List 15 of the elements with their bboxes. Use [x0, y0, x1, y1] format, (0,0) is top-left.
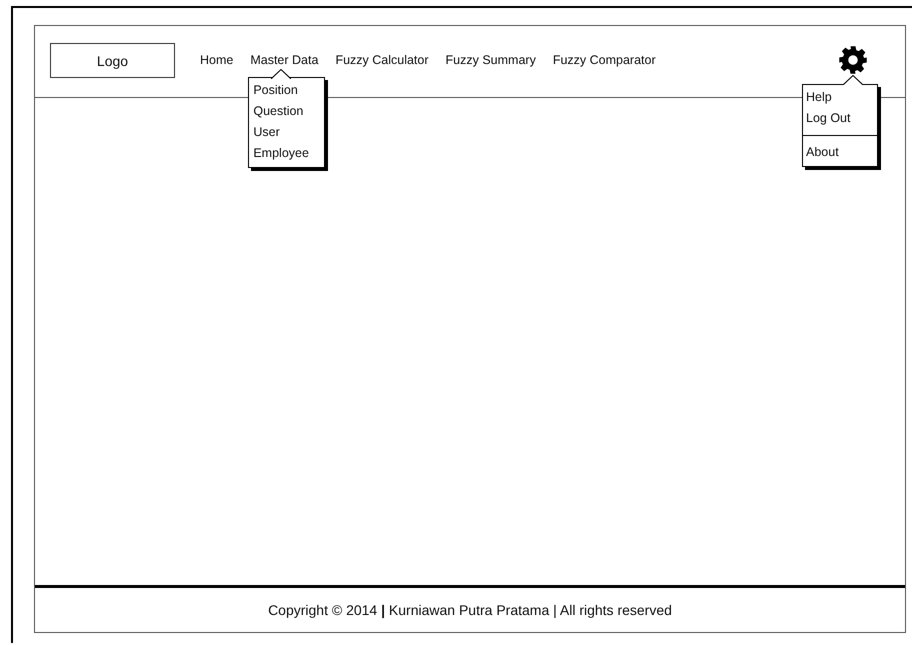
copyright-text: Copyright © 2014 | Kurniawan Putra Pratama | All rights reserved	[268, 602, 672, 618]
nav-link[interactable]: Fuzzy Calculator	[335, 52, 429, 66]
nav-link[interactable]: Master Data	[250, 52, 318, 66]
nav-link[interactable]: Fuzzy Comparator	[552, 52, 656, 66]
menu-item[interactable]: Employee	[253, 142, 320, 164]
nav-link[interactable]: Home	[200, 52, 234, 66]
menu-item[interactable]: Position	[253, 80, 320, 100]
nav-link[interactable]: Fuzzy Summary	[446, 52, 536, 66]
menu-item[interactable]: Log Out	[806, 108, 872, 128]
menu-item[interactable]: Question	[253, 100, 320, 122]
menu-item[interactable]: About	[806, 142, 872, 162]
settings-icon[interactable]	[838, 44, 868, 74]
logo: Logo	[50, 43, 175, 78]
menu-item[interactable]: Help	[806, 86, 872, 108]
menu-item[interactable]: User	[253, 122, 320, 142]
